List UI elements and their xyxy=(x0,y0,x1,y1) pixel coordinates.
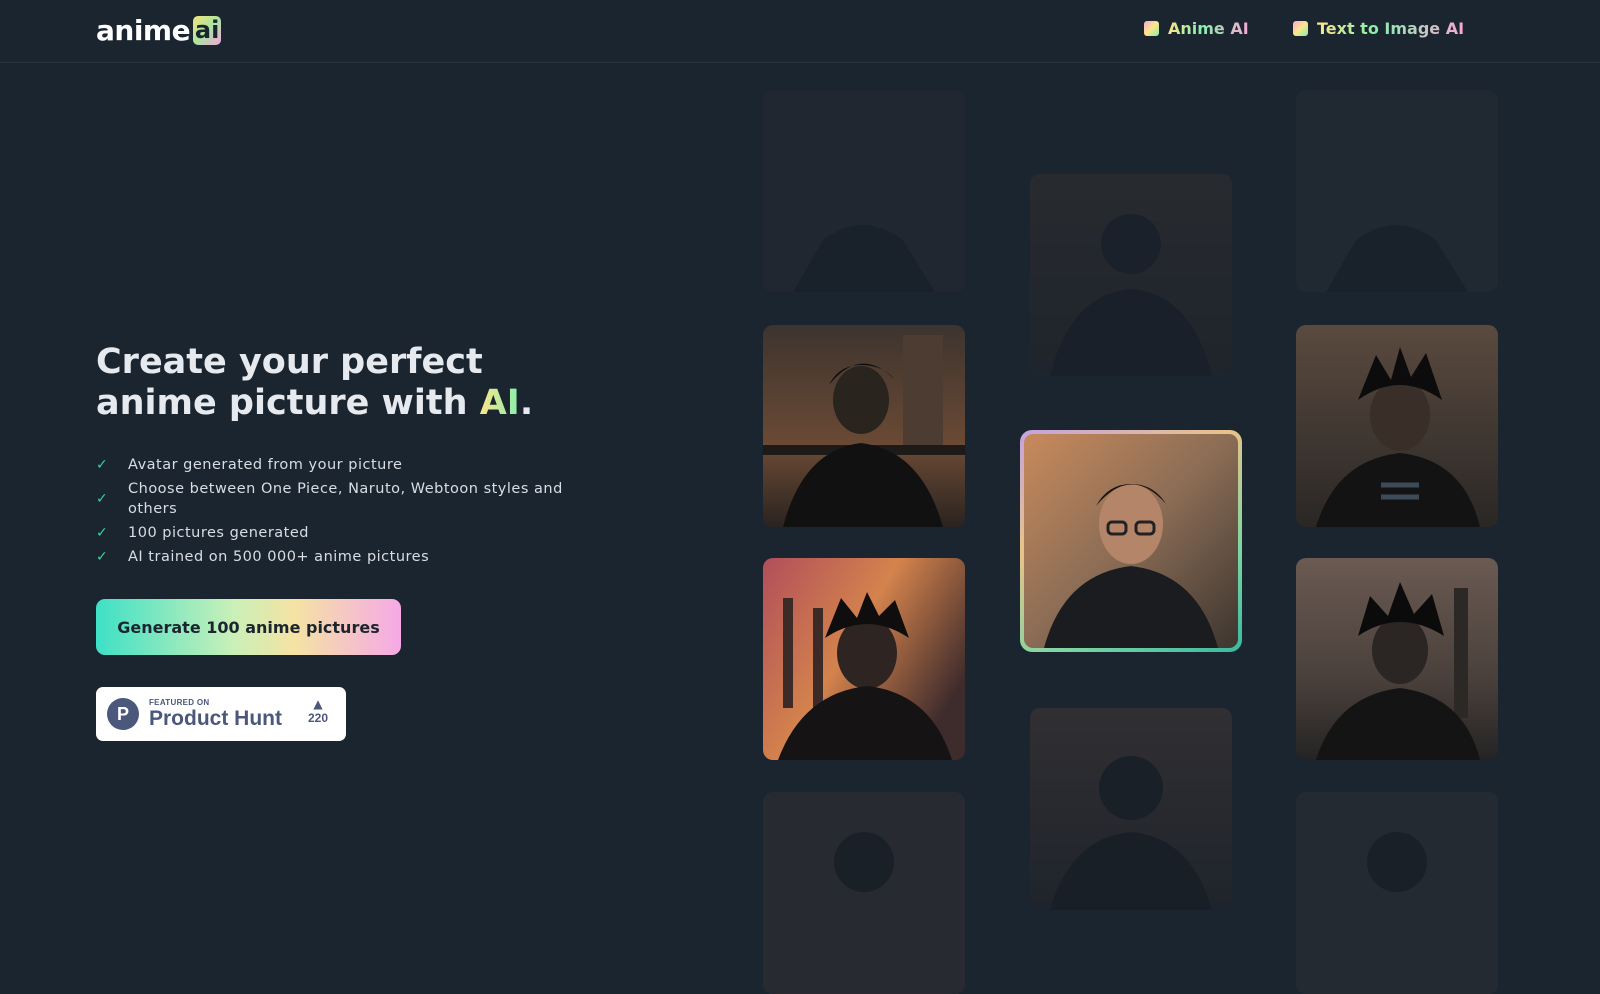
logo-wordmark: anime xyxy=(96,13,191,47)
product-hunt-name: Product Hunt xyxy=(149,706,282,730)
featured-source-photo xyxy=(1020,430,1242,652)
check-icon: ✓ xyxy=(96,525,108,541)
feature-item: ✓ Avatar generated from your picture xyxy=(96,455,566,475)
site-logo[interactable]: anime ai xyxy=(96,13,222,47)
hero-headline: Create your perfect anime picture with A… xyxy=(96,342,533,424)
upvote-count: 220 xyxy=(307,711,328,725)
feature-text: Choose between One Piece, Naruto, Webtoo… xyxy=(128,481,563,517)
generate-button[interactable]: Generate 100 anime pictures xyxy=(96,599,401,655)
logo-ai-badge: ai xyxy=(193,15,222,45)
gallery-image-anime-1 xyxy=(763,325,965,527)
gallery-image-anime-2 xyxy=(1296,325,1498,527)
upvote-triangle-icon: ▲ xyxy=(313,697,323,711)
gallery-image xyxy=(1296,90,1498,292)
source-photo xyxy=(1024,434,1238,648)
headline-highlight: AI xyxy=(479,383,520,423)
nav-link-text-to-image[interactable]: Text to Image AI xyxy=(1293,19,1464,38)
gallery-image xyxy=(1296,792,1498,994)
gradient-square-icon xyxy=(1144,21,1159,36)
gallery-image xyxy=(763,90,965,292)
gradient-square-icon xyxy=(1293,21,1308,36)
product-hunt-badge[interactable]: P FEATURED ON Product Hunt ▲ 220 xyxy=(96,687,346,741)
feature-item: ✓ Choose between One Piece, Naruto, Webt… xyxy=(96,479,566,519)
product-hunt-logo-icon: P xyxy=(107,698,139,730)
headline-suffix: . xyxy=(519,383,534,423)
feature-text: AI trained on 500 000+ anime pictures xyxy=(128,549,430,565)
top-navigation-bar: anime ai Anime AI Text to Image AI xyxy=(0,0,1600,63)
feature-text: 100 pictures generated xyxy=(128,525,309,541)
feature-item: ✓ 100 pictures generated xyxy=(96,523,566,543)
gallery-image xyxy=(763,792,965,994)
nav-link-anime-ai[interactable]: Anime AI xyxy=(1144,19,1249,38)
nav-link-label: Anime AI xyxy=(1168,19,1249,38)
headline-line-1: Create your perfect xyxy=(96,342,483,382)
feature-item: ✓ AI trained on 500 000+ anime pictures xyxy=(96,547,566,567)
gallery-image xyxy=(1030,708,1232,910)
nav-link-label: Text to Image AI xyxy=(1317,19,1465,38)
check-icon: ✓ xyxy=(96,457,108,473)
check-icon: ✓ xyxy=(96,549,108,565)
headline-line-2: anime picture with xyxy=(96,383,480,423)
feature-text: Avatar generated from your picture xyxy=(128,457,403,473)
product-hunt-text: FEATURED ON Product Hunt xyxy=(149,698,282,731)
gallery-image-anime-3 xyxy=(763,558,965,760)
product-hunt-featured-label: FEATURED ON xyxy=(149,697,210,707)
check-icon: ✓ xyxy=(96,491,108,507)
upvote-counter: ▲ 220 xyxy=(308,697,328,725)
feature-list: ✓ Avatar generated from your picture ✓ C… xyxy=(96,455,566,571)
gallery-image-anime-4 xyxy=(1296,558,1498,760)
gallery-image xyxy=(1030,174,1232,376)
